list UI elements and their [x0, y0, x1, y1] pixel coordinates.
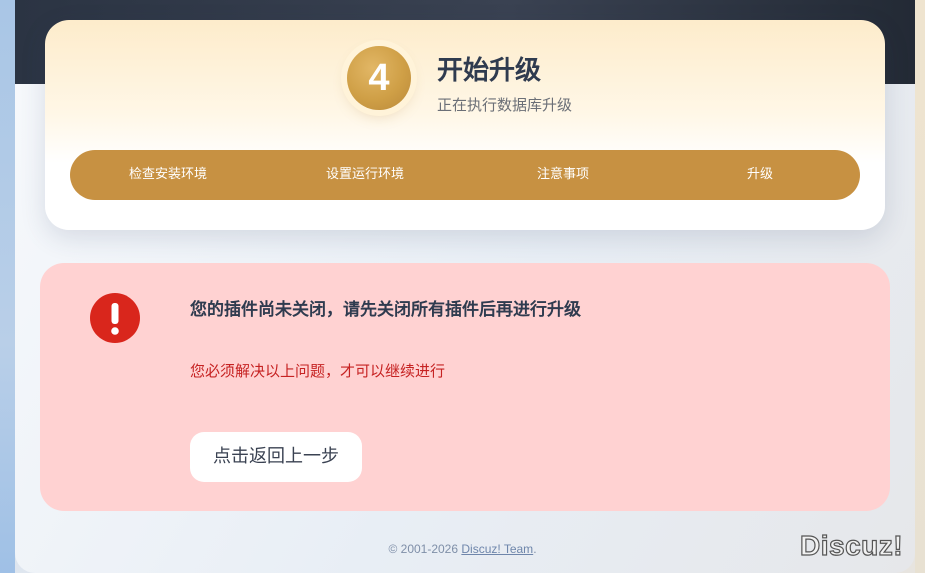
right-background-edge [915, 0, 925, 573]
alert-message: 您必须解决以上问题，才可以继续进行 [190, 362, 446, 380]
footer: © 2001-2026 Discuz! Team. [0, 542, 925, 556]
left-background-edge [0, 0, 15, 573]
footer-copyright: © 2001-2026 [388, 542, 462, 556]
footer-team-link[interactable]: Discuz! Team [461, 542, 533, 556]
header-card: 4 开始升级 正在执行数据库升级 检查安装环境 设置运行环境 注意事项 升级 [45, 20, 885, 230]
page-title: 开始升级 [437, 56, 542, 86]
step-notes[interactable]: 注意事项 [503, 150, 623, 200]
step-setup-environment[interactable]: 设置运行环境 [305, 150, 425, 200]
step-upgrade[interactable]: 升级 [700, 150, 820, 200]
steps-progress-bar: 检查安装环境 设置运行环境 注意事项 升级 [70, 150, 860, 200]
step-number-badge: 4 [347, 46, 411, 110]
step-check-environment[interactable]: 检查安装环境 [108, 150, 228, 200]
exclamation-circle-icon [90, 293, 140, 343]
back-button[interactable]: 点击返回上一步 [190, 432, 362, 482]
footer-suffix: . [533, 542, 537, 556]
error-alert-card: 您的插件尚未关闭，请先关闭所有插件后再进行升级 您必须解决以上问题，才可以继续进… [40, 263, 890, 511]
page-subtitle: 正在执行数据库升级 [437, 96, 573, 114]
alert-title: 您的插件尚未关闭，请先关闭所有插件后再进行升级 [190, 300, 581, 320]
discuz-watermark-logo: Discuz! [799, 529, 904, 561]
